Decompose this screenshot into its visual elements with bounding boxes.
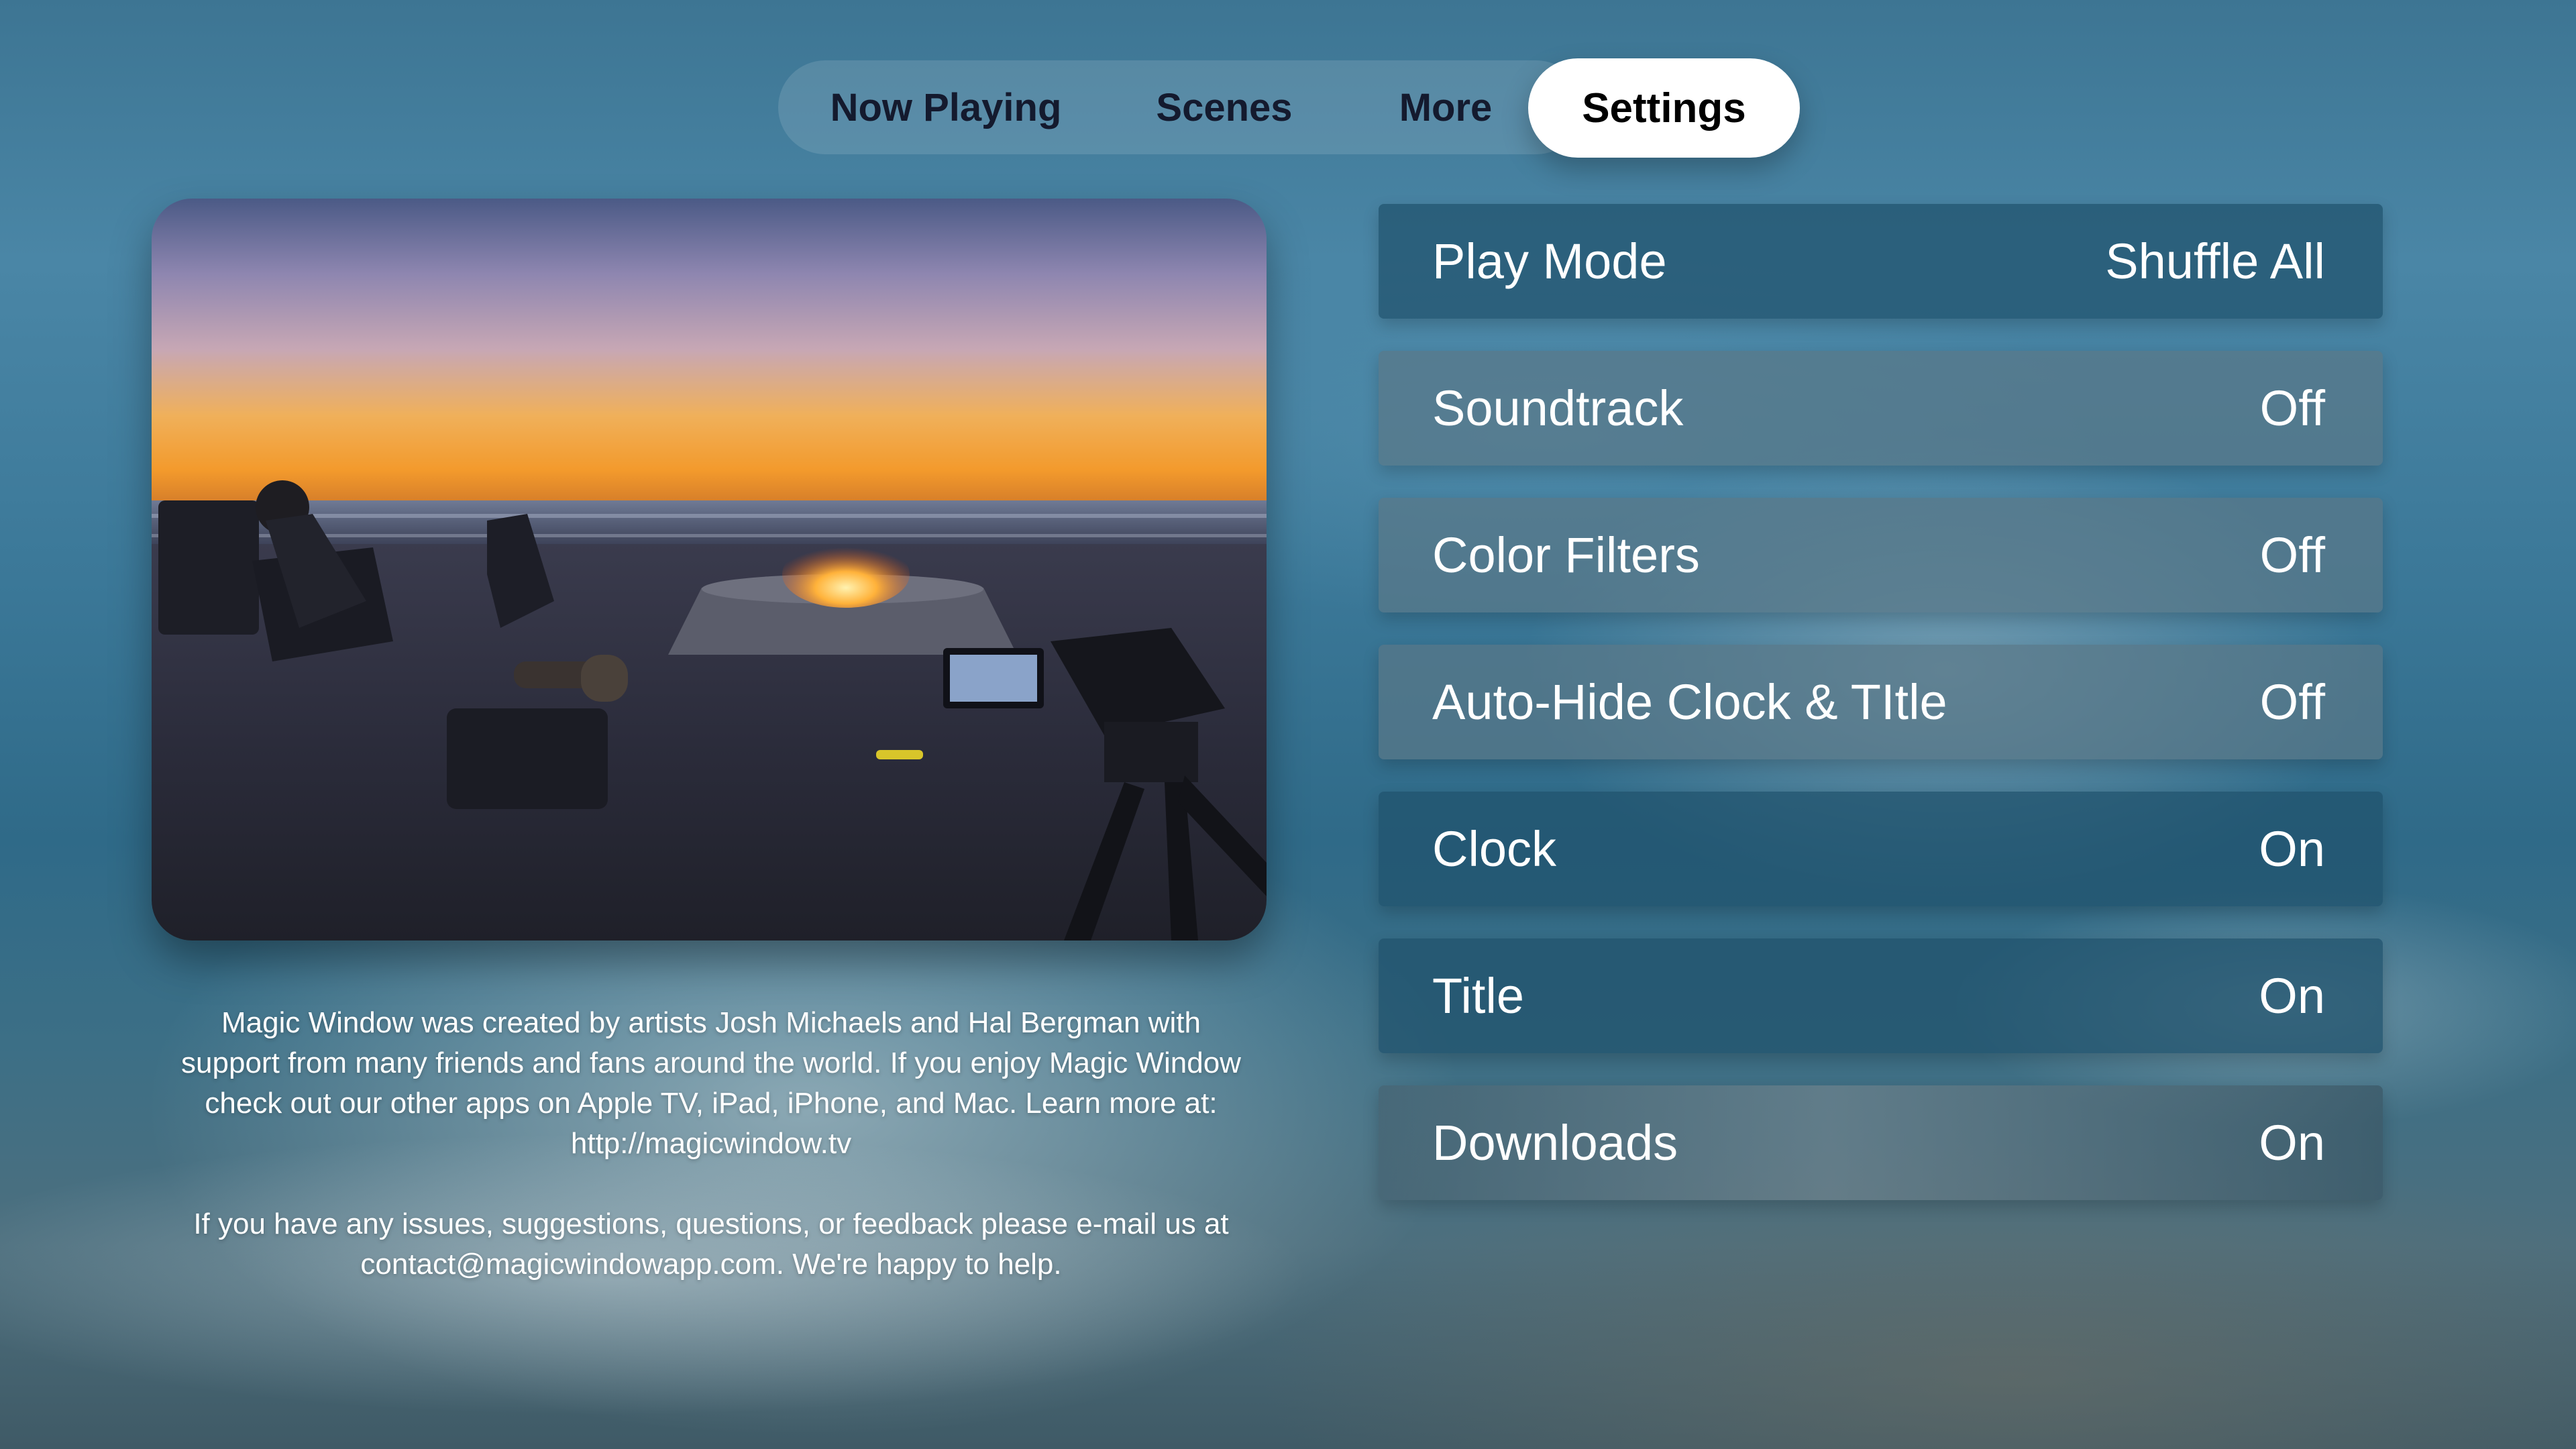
setting-label: Soundtrack [1432, 380, 1684, 436]
about-description: Magic Window was created by artists Josh… [174, 1003, 1248, 1325]
setting-label: Play Mode [1432, 233, 1667, 289]
setting-title[interactable]: Title On [1379, 938, 2383, 1053]
about-paragraph-credits: Magic Window was created by artists Josh… [181, 1006, 1241, 1160]
setting-value: Off [2259, 527, 2325, 583]
setting-label: Color Filters [1432, 527, 1700, 583]
setting-label: Auto-Hide Clock & TItle [1432, 674, 1947, 730]
setting-value: Off [2259, 380, 2325, 436]
setting-label: Clock [1432, 821, 1557, 877]
setting-auto-hide-clock-title[interactable]: Auto-Hide Clock & TItle Off [1379, 645, 2383, 759]
tab-bar: Now Playing Scenes More Settings [778, 58, 1805, 158]
setting-color-filters[interactable]: Color Filters Off [1379, 498, 2383, 612]
tab-now-playing[interactable]: Now Playing [778, 60, 1114, 154]
settings-list: Play Mode Shuffle All Soundtrack Off Col… [1379, 204, 2383, 1232]
scene-preview-image [152, 199, 1267, 941]
tab-settings[interactable]: Settings [1528, 58, 1800, 158]
setting-label: Downloads [1432, 1115, 1678, 1171]
setting-value: Off [2259, 674, 2325, 730]
setting-play-mode[interactable]: Play Mode Shuffle All [1379, 204, 2383, 319]
setting-clock[interactable]: Clock On [1379, 792, 2383, 906]
tab-scenes[interactable]: Scenes [1114, 60, 1335, 154]
setting-value: Shuffle All [2105, 233, 2325, 289]
about-paragraph-contact: If you have any issues, suggestions, que… [193, 1208, 1229, 1281]
settings-screen: Now Playing Scenes More Settings Magic W… [0, 0, 2576, 1449]
tab-more[interactable]: More [1335, 60, 1556, 154]
setting-label: Title [1432, 968, 1525, 1024]
setting-value: On [2259, 1115, 2325, 1171]
setting-value: On [2259, 968, 2325, 1024]
setting-soundtrack[interactable]: Soundtrack Off [1379, 351, 2383, 466]
setting-downloads[interactable]: Downloads On [1379, 1085, 2383, 1200]
setting-value: On [2259, 821, 2325, 877]
